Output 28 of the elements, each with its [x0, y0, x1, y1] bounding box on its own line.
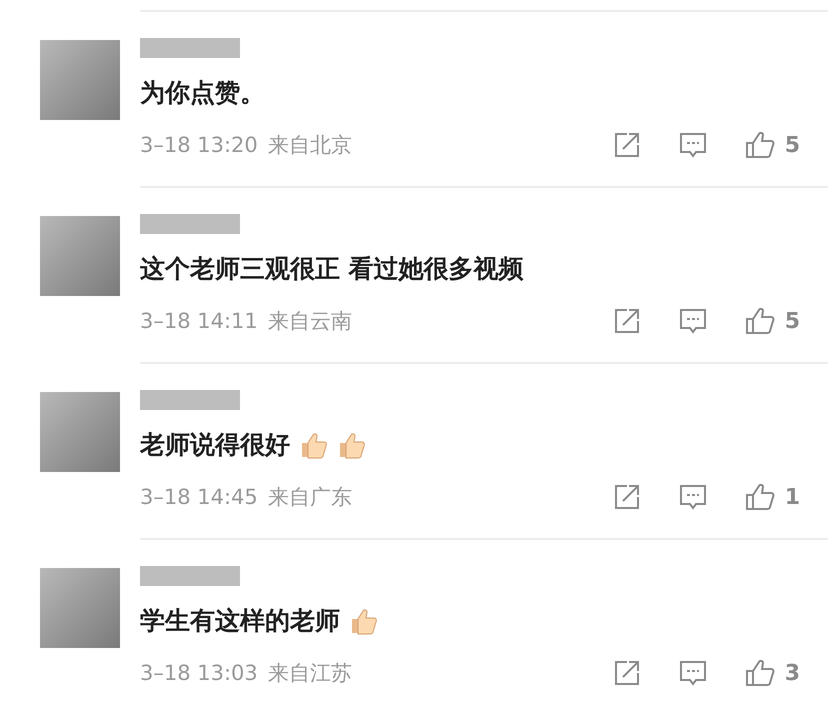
comment-icon[interactable]: [678, 307, 707, 335]
like-button[interactable]: 5: [744, 306, 800, 336]
thumbs-up-icon[interactable]: [744, 658, 777, 688]
like-button[interactable]: 5: [744, 130, 800, 160]
comment-location: 来自云南: [268, 308, 352, 335]
thumbs-up-icon[interactable]: [744, 130, 777, 160]
thumbs-up-icon[interactable]: [744, 306, 777, 336]
comment-time: 3–18 13:20: [140, 133, 258, 157]
like-button[interactable]: 3: [744, 658, 800, 688]
comment-text: 老师说得很好: [140, 428, 290, 460]
comment-time: 3–18 13:03: [140, 661, 258, 685]
comment-location: 来自北京: [268, 132, 352, 159]
share-icon[interactable]: [612, 131, 641, 159]
comment-text: 这个老师三观很正 看过她很多视频: [140, 252, 524, 284]
share-icon[interactable]: [612, 483, 641, 511]
comment-location: 来自广东: [268, 484, 352, 511]
comment-time: 3–18 14:11: [140, 309, 258, 333]
comment-icon[interactable]: [678, 483, 707, 511]
comment-location: 来自江苏: [268, 660, 352, 687]
like-button[interactable]: 1: [744, 482, 800, 512]
comment-text: 学生有这样的老师: [140, 604, 340, 636]
comment-text: 为你点赞。: [140, 76, 265, 108]
share-icon[interactable]: [612, 659, 641, 687]
thumbs-up-icon[interactable]: [744, 482, 777, 512]
comment-icon[interactable]: [678, 131, 707, 159]
comment-icon[interactable]: [678, 659, 707, 687]
comment-time: 3–18 14:45: [140, 485, 258, 509]
share-icon[interactable]: [612, 307, 641, 335]
